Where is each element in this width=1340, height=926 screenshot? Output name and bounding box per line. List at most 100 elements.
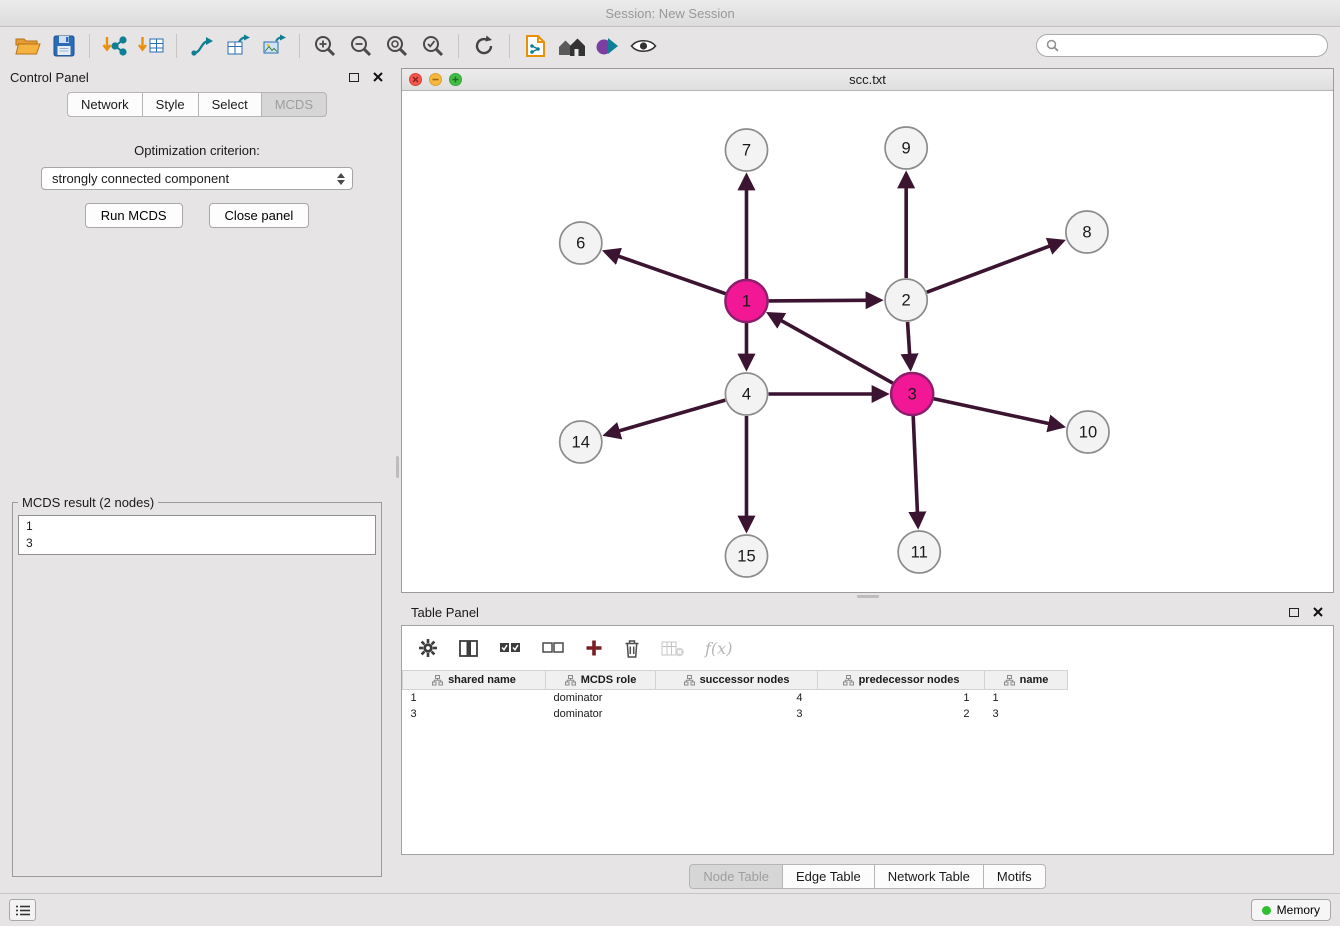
window-minimize-icon[interactable] xyxy=(429,73,442,86)
table-tab-node-table[interactable]: Node Table xyxy=(689,864,783,889)
graph-node-9[interactable]: 9 xyxy=(885,127,927,169)
search-input[interactable] xyxy=(1064,39,1318,53)
cell-shared-name[interactable]: 1 xyxy=(403,690,546,706)
export-image-icon[interactable] xyxy=(256,31,292,61)
cell-successor-nodes[interactable]: 3 xyxy=(656,706,818,722)
cell-mcds-role[interactable]: dominator xyxy=(546,706,656,722)
svg-text:2: 2 xyxy=(902,291,911,310)
window-zoom-icon[interactable] xyxy=(449,73,462,86)
table-settings-icon[interactable] xyxy=(418,634,438,662)
graph-node-14[interactable]: 14 xyxy=(560,421,602,463)
graph-edge-4-14[interactable] xyxy=(606,400,725,435)
export-table-icon[interactable] xyxy=(220,31,256,61)
cell-filler xyxy=(1068,706,1334,722)
graph-edge-1-6[interactable] xyxy=(605,252,725,294)
table-tab-edge-table[interactable]: Edge Table xyxy=(782,864,875,889)
graph-node-6[interactable]: 6 xyxy=(560,222,602,264)
save-session-icon[interactable] xyxy=(46,31,82,61)
column-type-icon xyxy=(432,675,443,686)
zoom-fit-icon[interactable] xyxy=(379,31,415,61)
table-tab-network-table[interactable]: Network Table xyxy=(874,864,984,889)
cell-predecessor-nodes[interactable]: 1 xyxy=(818,690,985,706)
table-tab-motifs[interactable]: Motifs xyxy=(983,864,1046,889)
column-header-successor-nodes[interactable]: successor nodes xyxy=(656,671,818,690)
cell-name[interactable]: 1 xyxy=(985,690,1068,706)
select-all-rows-icon[interactable] xyxy=(499,634,521,662)
add-row-icon[interactable] xyxy=(585,634,603,662)
graph-node-8[interactable]: 8 xyxy=(1066,211,1108,253)
cell-name[interactable]: 3 xyxy=(985,706,1068,722)
close-panel-button[interactable]: Close panel xyxy=(209,203,310,228)
graph-edge-2-8[interactable] xyxy=(927,241,1063,292)
graph-node-15[interactable]: 15 xyxy=(725,535,767,577)
svg-text:6: 6 xyxy=(576,234,585,253)
close-panel-icon[interactable] xyxy=(372,71,384,83)
delete-table-icon[interactable] xyxy=(661,634,684,662)
control-panel-tab-network[interactable]: Network xyxy=(67,92,143,117)
cell-successor-nodes[interactable]: 4 xyxy=(656,690,818,706)
cell-mcds-role[interactable]: dominator xyxy=(546,690,656,706)
table-panel-tabs: Node TableEdge TableNetwork TableMotifs xyxy=(401,864,1334,889)
graph-node-1[interactable]: 1 xyxy=(725,280,767,322)
svg-text:14: 14 xyxy=(572,433,590,452)
open-file-icon[interactable] xyxy=(10,31,46,61)
svg-text:10: 10 xyxy=(1079,423,1097,442)
vertical-splitter[interactable] xyxy=(394,64,400,893)
new-network-icon[interactable] xyxy=(184,31,220,61)
run-mcds-button[interactable]: Run MCDS xyxy=(85,203,183,228)
graph-node-4[interactable]: 4 xyxy=(725,373,767,415)
table-row-2[interactable]: 3dominator323 xyxy=(403,706,1334,722)
copy-style-icon[interactable] xyxy=(517,31,553,61)
close-table-panel-icon[interactable] xyxy=(1312,606,1324,618)
graph-edge-1-2[interactable] xyxy=(769,300,880,301)
network-canvas[interactable]: 1 2 3 4 6 7 8 9 10 11 14 15 xyxy=(402,91,1333,592)
graph-node-2[interactable]: 2 xyxy=(885,279,927,321)
refresh-icon[interactable] xyxy=(466,31,502,61)
column-header-name[interactable]: name xyxy=(985,671,1068,690)
panel-menu-icon[interactable] xyxy=(9,899,36,921)
status-bar: Memory xyxy=(0,893,1340,926)
graph-edge-2-3[interactable] xyxy=(908,322,911,368)
control-panel-tab-select[interactable]: Select xyxy=(198,92,262,117)
control-panel-tab-mcds[interactable]: MCDS xyxy=(261,92,327,117)
graph-edge-3-11[interactable] xyxy=(913,416,918,526)
apply-style-icon[interactable] xyxy=(589,31,625,61)
float-panel-icon[interactable] xyxy=(349,73,359,82)
zoom-selected-icon[interactable] xyxy=(415,31,451,61)
memory-button[interactable]: Memory xyxy=(1251,899,1331,921)
graph-node-3[interactable]: 3 xyxy=(891,373,933,415)
optimization-criterion-select[interactable]: strongly connected component xyxy=(41,167,353,190)
optimization-criterion-label: Optimization criterion: xyxy=(0,143,394,158)
import-table-icon[interactable] xyxy=(133,31,169,61)
zoom-in-icon[interactable] xyxy=(307,31,343,61)
import-network-icon[interactable] xyxy=(97,31,133,61)
column-header-mcds-role[interactable]: MCDS role xyxy=(546,671,656,690)
column-chooser-icon[interactable] xyxy=(459,634,478,662)
memory-label: Memory xyxy=(1277,903,1320,917)
graph-node-10[interactable]: 10 xyxy=(1067,411,1109,453)
deselect-all-rows-icon[interactable] xyxy=(542,634,564,662)
horizontal-splitter[interactable] xyxy=(401,593,1334,599)
first-neighbors-icon[interactable] xyxy=(553,31,589,61)
table-row-1[interactable]: 1dominator411 xyxy=(403,690,1334,706)
function-builder-icon[interactable]: f(x) xyxy=(705,634,732,662)
delete-row-icon[interactable] xyxy=(624,634,640,662)
cell-shared-name[interactable]: 3 xyxy=(403,706,546,722)
graph-node-11[interactable]: 11 xyxy=(898,531,940,573)
control-panel-tab-style[interactable]: Style xyxy=(142,92,199,117)
window-close-icon[interactable] xyxy=(409,73,422,86)
float-table-panel-icon[interactable] xyxy=(1289,608,1299,617)
toolbar-separator xyxy=(299,34,300,58)
graph-edge-3-1[interactable] xyxy=(769,314,893,383)
column-header-shared-name[interactable]: shared name xyxy=(403,671,546,690)
svg-text:8: 8 xyxy=(1082,223,1091,242)
zoom-out-icon[interactable] xyxy=(343,31,379,61)
graph-node-7[interactable]: 7 xyxy=(725,129,767,171)
show-hide-details-icon[interactable] xyxy=(625,31,661,61)
column-header-predecessor-nodes[interactable]: predecessor nodes xyxy=(818,671,985,690)
graph-edge-3-10[interactable] xyxy=(934,399,1063,427)
toolbar-separator xyxy=(176,34,177,58)
main-content: Control Panel NetworkStyleSelectMCDS Opt… xyxy=(0,64,1340,893)
cell-predecessor-nodes[interactable]: 2 xyxy=(818,706,985,722)
mcds-result-title: MCDS result (2 nodes) xyxy=(18,495,158,510)
